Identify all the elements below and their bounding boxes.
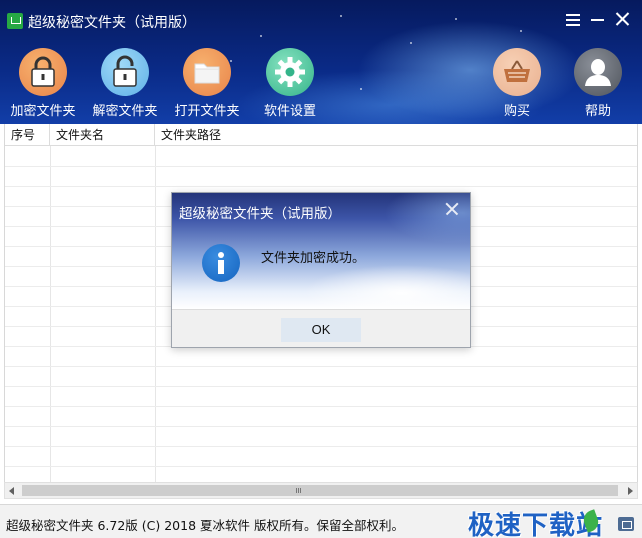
settings-label: 软件设置 [263, 104, 316, 119]
decrypt-folder-label: 解密文件夹 [92, 104, 158, 119]
dialog-title: 超级秘密文件夹（试用版） [179, 206, 341, 222]
ok-button[interactable]: OK [281, 318, 361, 342]
help-label: 帮助 [584, 104, 611, 119]
buy-label: 购买 [503, 104, 530, 119]
app-logo-icon [7, 13, 23, 29]
help-button[interactable]: 帮助 [558, 46, 638, 119]
watermark-text: 极速下载站 [468, 511, 604, 538]
encrypt-folder-button[interactable]: 加密文件夹 [3, 46, 83, 119]
dialog-close-icon[interactable] [444, 201, 460, 217]
lock-open-icon [101, 48, 149, 96]
info-icon [202, 244, 240, 282]
grip-icon [296, 488, 297, 493]
dialog-message: 文件夹加密成功。 [261, 251, 366, 266]
horizontal-scrollbar[interactable] [4, 482, 638, 499]
status-text: 超级秘密文件夹 6.72版 (C) 2018 夏冰软件 版权所有。保留全部权利。 [6, 518, 404, 533]
dialog-footer: OK [172, 309, 470, 347]
app-title: 超级秘密文件夹（试用版） [28, 15, 196, 31]
encrypt-folder-label: 加密文件夹 [10, 104, 76, 119]
buy-button[interactable]: 购买 [477, 46, 557, 119]
message-dialog: 超级秘密文件夹（试用版） 文件夹加密成功。 OK [171, 192, 471, 348]
column-header-folder-name[interactable]: 文件夹名 [50, 124, 155, 146]
resize-grip-icon[interactable] [618, 517, 634, 531]
column-header-index[interactable]: 序号 [5, 124, 50, 146]
lock-closed-icon [19, 48, 67, 96]
minimize-button[interactable] [587, 8, 609, 30]
open-folder-button[interactable]: 打开文件夹 [167, 46, 247, 119]
settings-button[interactable]: 软件设置 [250, 46, 330, 119]
shopping-basket-icon [493, 48, 541, 96]
decrypt-folder-button[interactable]: 解密文件夹 [85, 46, 165, 119]
table-header: 序号 文件夹名 文件夹路径 [5, 124, 637, 146]
scroll-left-icon[interactable] [9, 487, 14, 495]
close-button[interactable] [612, 8, 634, 30]
column-header-folder-path[interactable]: 文件夹路径 [155, 124, 637, 146]
scroll-right-icon[interactable] [628, 487, 633, 495]
scrollbar-thumb[interactable] [22, 485, 618, 496]
app-header: 超级秘密文件夹（试用版） 加密文件夹 解密文件夹 打开文件夹 软件设置 购买 帮… [0, 0, 642, 124]
dialog-body: 超级秘密文件夹（试用版） 文件夹加密成功。 [172, 193, 470, 309]
user-help-icon [574, 48, 622, 96]
open-folder-label: 打开文件夹 [174, 104, 240, 119]
menu-button[interactable] [562, 8, 584, 30]
folder-icon [183, 48, 231, 96]
gear-icon [266, 48, 314, 96]
status-bar: 超级秘密文件夹 6.72版 (C) 2018 夏冰软件 版权所有。保留全部权利。… [0, 504, 642, 538]
